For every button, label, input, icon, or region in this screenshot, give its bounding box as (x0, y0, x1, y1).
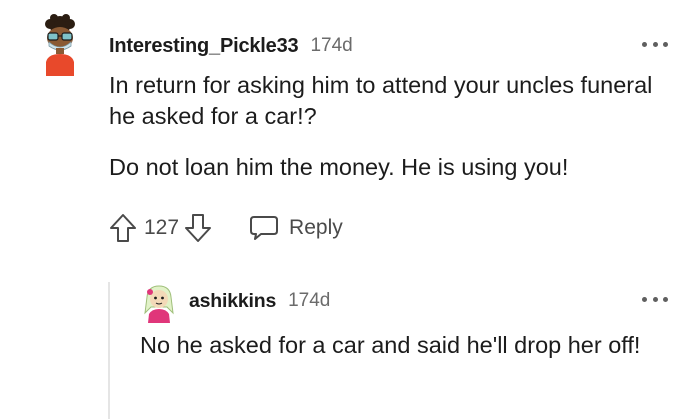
reply-author-row: ashikkins 174d (189, 288, 330, 314)
thread-line[interactable] (108, 282, 110, 419)
comment-username[interactable]: Interesting_Pickle33 (109, 35, 299, 58)
vote-score: 127 (144, 216, 180, 239)
dot (663, 296, 668, 302)
dot (642, 296, 647, 302)
dot (663, 41, 668, 47)
reply-timestamp: 174d (288, 290, 331, 311)
arrow-down-icon[interactable] (183, 212, 213, 244)
dot (652, 296, 658, 302)
more-options-icon[interactable] (642, 295, 668, 303)
comment-paragraph: In return for asking him to attend your … (109, 72, 653, 129)
reply-text: No he asked for a car and said he'll dro… (140, 332, 641, 358)
user-avatar-icon[interactable] (38, 14, 82, 76)
speech-bubble-icon (250, 216, 279, 240)
reply-button[interactable]: Reply (249, 214, 343, 242)
reply-label: Reply (289, 216, 343, 239)
comment-timestamp: 174d (310, 35, 353, 56)
comment-paragraph: Do not loan him the money. He is using y… (109, 154, 569, 180)
arrow-up-icon[interactable] (108, 212, 138, 244)
dot (642, 41, 647, 47)
dot (652, 41, 658, 47)
more-options-icon[interactable] (642, 40, 668, 48)
user-avatar-icon[interactable] (140, 283, 178, 323)
comment-actions: 127 Reply (108, 210, 343, 246)
comment-author-row: Interesting_Pickle33 174d (109, 32, 353, 60)
comment-thread: Interesting_Pickle33 174d In return for … (0, 0, 700, 419)
reply-username[interactable]: ashikkins (189, 290, 276, 313)
